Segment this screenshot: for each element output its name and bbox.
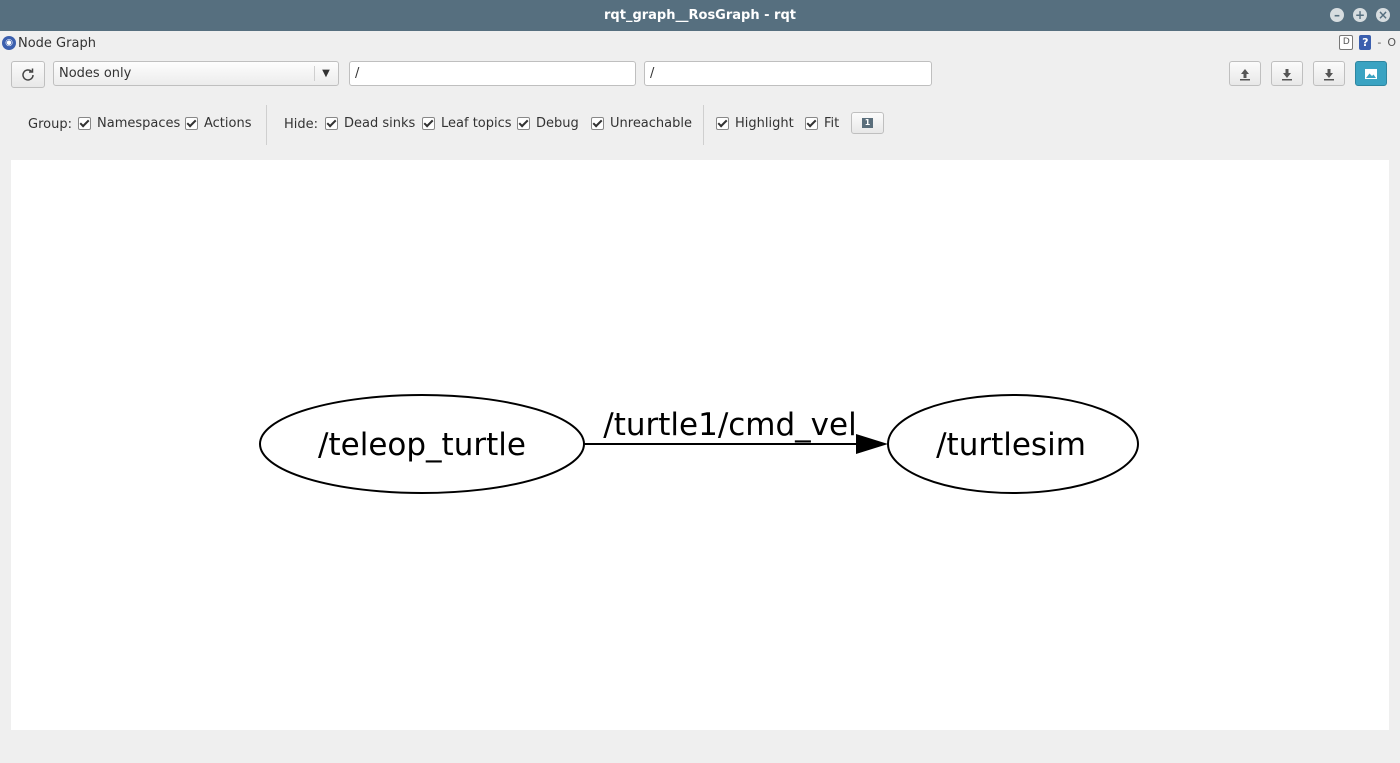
window-controls: – + × bbox=[1330, 8, 1390, 22]
minimize-icon[interactable]: – bbox=[1330, 8, 1344, 22]
save-dot-button[interactable] bbox=[1271, 61, 1303, 86]
save-image-button[interactable] bbox=[1355, 61, 1387, 86]
dock-icon[interactable]: D bbox=[1339, 35, 1354, 50]
debug-label: Debug bbox=[536, 116, 579, 131]
unreachable-checkbox[interactable]: Unreachable bbox=[591, 116, 692, 131]
edge-label: /turtle1/cmd_vel bbox=[603, 407, 856, 443]
download-icon bbox=[1282, 68, 1292, 80]
graph-svg: /turtle1/cmd_vel /teleop_turtle /turtles… bbox=[259, 394, 1139, 494]
separator bbox=[266, 105, 267, 145]
unreachable-label: Unreachable bbox=[610, 116, 692, 131]
chevron-down-icon: ▼ bbox=[314, 62, 338, 85]
minimize-plugin-icon[interactable]: - bbox=[1377, 36, 1381, 49]
load-dot-button[interactable] bbox=[1229, 61, 1261, 86]
plugin-title: Node Graph bbox=[18, 35, 96, 51]
close-icon[interactable]: × bbox=[1376, 8, 1390, 22]
actions-checkbox[interactable]: Actions bbox=[185, 116, 252, 131]
maximize-icon[interactable]: + bbox=[1353, 8, 1367, 22]
graph-mode-value: Nodes only bbox=[59, 66, 132, 81]
graph-node[interactable]: /turtlesim bbox=[887, 394, 1139, 494]
plugin-header-controls: D ? - O bbox=[1339, 35, 1396, 50]
hide-label: Hide: bbox=[284, 117, 319, 132]
dead-sinks-label: Dead sinks bbox=[344, 116, 416, 131]
dead-sinks-checkbox[interactable]: Dead sinks bbox=[325, 116, 415, 131]
plugin-header: ◉ Node Graph D ? - O bbox=[0, 31, 1400, 55]
fit-view-icon: 1 bbox=[862, 118, 873, 128]
leaf-topics-label: Leaf topics bbox=[441, 116, 512, 131]
window-titlebar: rqt_graph__RosGraph - rqt – + × bbox=[0, 0, 1400, 31]
fit-label: Fit bbox=[824, 116, 840, 131]
help-icon[interactable]: ? bbox=[1359, 35, 1372, 50]
refresh-button[interactable] bbox=[11, 61, 45, 88]
separator bbox=[703, 105, 704, 145]
leaf-topics-checkbox[interactable]: Leaf topics bbox=[422, 116, 512, 131]
node-label: /turtlesim bbox=[936, 427, 1086, 463]
edge-arrowhead bbox=[856, 434, 888, 454]
graph-canvas[interactable]: /turtle1/cmd_vel /teleop_turtle /turtles… bbox=[11, 160, 1389, 730]
actions-label: Actions bbox=[204, 116, 252, 131]
checkbox-box[interactable] bbox=[805, 117, 818, 130]
node-label: /teleop_turtle bbox=[318, 427, 526, 463]
upload-icon bbox=[1240, 68, 1250, 80]
graph-options-bar: Group: Namespaces Actions Hide: Dead sin… bbox=[0, 105, 1400, 145]
window-title: rqt_graph__RosGraph - rqt bbox=[604, 8, 796, 23]
highlight-label: Highlight bbox=[735, 116, 794, 131]
fit-checkbox[interactable]: Fit bbox=[805, 116, 839, 131]
checkbox-box[interactable] bbox=[185, 117, 198, 130]
graph-node[interactable]: /teleop_turtle bbox=[259, 394, 585, 494]
checkbox-box[interactable] bbox=[517, 117, 530, 130]
graph-toolbar: Nodes only ▼ bbox=[0, 61, 1400, 89]
topic-filter-input[interactable] bbox=[644, 61, 932, 86]
debug-checkbox[interactable]: Debug bbox=[517, 116, 579, 131]
image-icon bbox=[1365, 68, 1377, 79]
graph-mode-select[interactable]: Nodes only ▼ bbox=[53, 61, 339, 86]
group-label: Group: bbox=[28, 117, 72, 132]
namespaces-checkbox[interactable]: Namespaces bbox=[78, 116, 180, 131]
close-plugin-icon[interactable]: O bbox=[1387, 36, 1396, 49]
save-svg-button[interactable] bbox=[1313, 61, 1345, 86]
node-filter-input[interactable] bbox=[349, 61, 636, 86]
download-icon bbox=[1324, 68, 1334, 80]
checkbox-box[interactable] bbox=[591, 117, 604, 130]
checkbox-box[interactable] bbox=[716, 117, 729, 130]
namespaces-label: Namespaces bbox=[97, 116, 181, 131]
checkbox-box[interactable] bbox=[422, 117, 435, 130]
refresh-icon bbox=[22, 68, 34, 81]
checkbox-box[interactable] bbox=[78, 117, 91, 130]
checkbox-box[interactable] bbox=[325, 117, 338, 130]
fit-in-view-button[interactable]: 1 bbox=[851, 112, 884, 134]
node-graph-icon: ◉ bbox=[2, 36, 16, 50]
highlight-checkbox[interactable]: Highlight bbox=[716, 116, 794, 131]
graph-edge[interactable]: /turtle1/cmd_vel bbox=[584, 407, 888, 454]
